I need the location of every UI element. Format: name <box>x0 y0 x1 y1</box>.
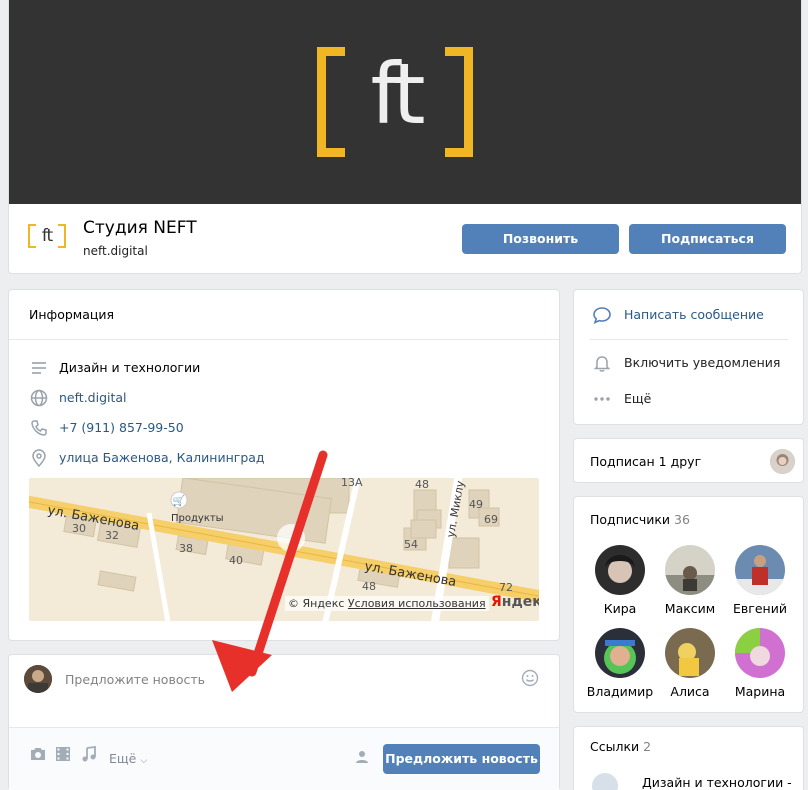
video-icon[interactable] <box>55 746 71 762</box>
friends-subscribed-text: Подписан 1 друг <box>590 454 702 469</box>
yandex-logo-first: Я <box>491 594 502 610</box>
link-thumbnail[interactable] <box>592 773 618 790</box>
map-house-number: 32 <box>105 529 119 542</box>
info-phone-link[interactable]: +7 (911) 857-99-50 <box>59 420 184 435</box>
group-avatar[interactable]: ft <box>28 222 66 252</box>
post-input-placeholder[interactable]: Предложите новость <box>65 672 205 687</box>
divider <box>9 339 559 340</box>
map-house-number: 30 <box>72 522 86 535</box>
group-short-link[interactable]: neft.digital <box>83 244 148 258</box>
cover-image: ft <box>9 0 801 204</box>
user-avatar[interactable] <box>24 665 52 693</box>
links-card: Ссылки 2 Дизайн и технологии - <box>573 726 804 790</box>
subscriber-avatar <box>735 628 785 678</box>
map-house-number: 38 <box>179 542 193 555</box>
links-header[interactable]: Ссылки 2 <box>590 739 651 754</box>
map-house-number: 54 <box>404 538 418 551</box>
subscriber-name: Максим <box>664 601 716 616</box>
attach-more-button[interactable]: Ещё ⌵ <box>109 751 147 766</box>
author-icon[interactable] <box>355 750 369 764</box>
links-title: Ссылки <box>590 739 640 754</box>
map-house-number: 40 <box>229 554 243 567</box>
subscriber-name: Евгений <box>733 601 787 616</box>
camera-icon[interactable] <box>29 746 47 762</box>
cover-logo: ft <box>317 45 473 157</box>
yandex-logo: Яндекс <box>491 594 539 610</box>
subscriber-name: Владимир <box>586 684 654 699</box>
avatar-logo-text: ft <box>41 226 53 246</box>
yandex-map[interactable]: 🛒 ул. Баженова ул. Баженова ул. Миклу Пр… <box>29 478 539 621</box>
subscriber-avatar <box>595 628 645 678</box>
logo-text: ft <box>370 45 425 143</box>
music-icon[interactable] <box>81 746 97 762</box>
suggest-post-box: Предложите новость Ещё ⌵ Предложить ново… <box>8 654 560 790</box>
bell-icon <box>593 356 611 372</box>
info-title: Информация <box>29 307 115 322</box>
subscribers-count: 36 <box>674 512 690 527</box>
globe-icon <box>30 389 48 407</box>
suggest-news-button[interactable]: Предложить новость <box>383 744 540 774</box>
subscriber[interactable]: Марина <box>722 628 798 699</box>
logo-bracket-left <box>317 47 345 157</box>
group-header: ft ft Студия NEFT neft.digital Позвонить… <box>8 0 802 274</box>
subscriber[interactable]: Максим <box>652 545 728 616</box>
avatar-bracket-right <box>58 224 66 248</box>
subscriber-name: Кира <box>603 601 637 616</box>
friends-subscribed-card[interactable]: Подписан 1 друг <box>573 438 804 483</box>
subscribe-button[interactable]: Подписаться <box>629 224 786 254</box>
info-address-link[interactable]: улица Баженова, Калининград <box>59 450 265 465</box>
subscriber[interactable]: Кира <box>582 545 658 616</box>
map-poi-label: Продукты <box>171 513 224 524</box>
attach-more-label: Ещё <box>109 751 137 766</box>
map-copyright-text: © Яндекс <box>288 597 345 610</box>
info-card: Информация Дизайн и технологии neft.digi… <box>8 289 560 641</box>
enable-notifications-label: Включить уведомления <box>624 355 781 370</box>
subscribers-title: Подписчики <box>590 512 671 527</box>
info-category-text: Дизайн и технологии <box>59 360 201 375</box>
logo-bracket-right <box>445 47 473 157</box>
dots-icon <box>594 397 610 401</box>
more-action-label: Ещё <box>624 391 652 406</box>
yandex-logo-rest: ндекс <box>501 594 539 610</box>
phone-icon <box>31 420 47 436</box>
subscriber[interactable]: Евгений <box>722 545 798 616</box>
map-copyright: © Яндекс Условия использования <box>285 596 489 611</box>
subscriber-avatar <box>735 545 785 595</box>
message-icon <box>593 307 611 324</box>
links-count: 2 <box>643 739 652 754</box>
map-house-number: 48 <box>362 580 376 593</box>
subscriber[interactable]: Алиса <box>652 628 728 699</box>
link-title[interactable]: Дизайн и технологии - <box>642 775 792 790</box>
subscriber[interactable]: Владимир <box>582 628 658 699</box>
subscribers-header[interactable]: Подписчики 36 <box>590 512 690 527</box>
svg-text:🛒: 🛒 <box>173 494 185 507</box>
group-name: Студия NEFT <box>83 218 197 238</box>
post-toolbar: Ещё ⌵ Предложить новость <box>9 727 559 790</box>
subscriber-name: Марина <box>734 684 786 699</box>
emoji-icon[interactable] <box>521 669 539 687</box>
map-house-number: 13А <box>341 478 363 489</box>
map-house-number: 49 <box>469 498 483 511</box>
info-site-link[interactable]: neft.digital <box>59 390 127 405</box>
map-street-label: ул. Миклу <box>444 479 467 538</box>
location-pin-icon <box>32 449 46 468</box>
subscriber-avatar <box>665 628 715 678</box>
friend-avatar[interactable] <box>770 449 795 474</box>
subscriber-avatar <box>595 545 645 595</box>
subscriber-avatar <box>665 545 715 595</box>
subscribers-card: Подписчики 36 Кира Максим Евгений Владими… <box>573 496 804 713</box>
map-house-number: 69 <box>484 513 498 526</box>
map-house-number: 72 <box>499 581 513 594</box>
avatar-bracket-left <box>28 224 36 248</box>
map-house-number: 48 <box>415 478 429 491</box>
divider <box>590 339 788 340</box>
map-terms-link[interactable]: Условия использования <box>348 597 486 610</box>
chevron-down-icon: ⌵ <box>140 756 148 766</box>
call-button[interactable]: Позвонить <box>462 224 619 254</box>
write-message-label: Написать сообщение <box>624 307 764 322</box>
actions-card: Написать сообщение Включить уведомления … <box>573 289 804 425</box>
subscriber-name: Алиса <box>670 684 710 699</box>
list-icon <box>32 362 46 374</box>
